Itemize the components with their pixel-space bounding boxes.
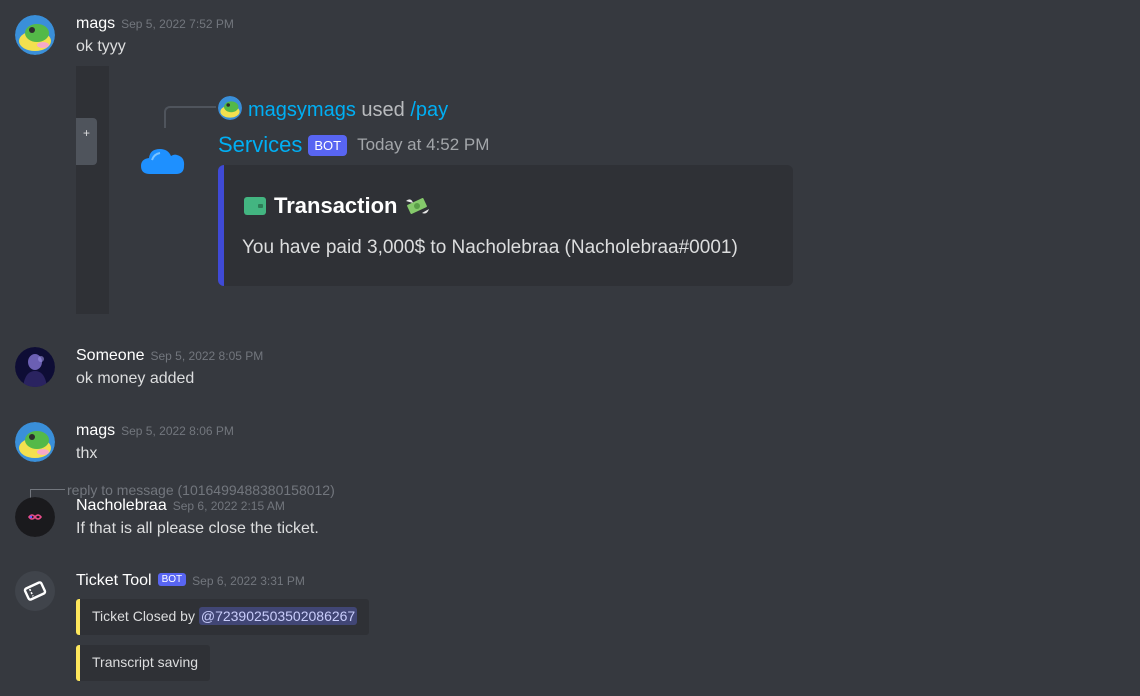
username[interactable]: Ticket Tool [76,572,152,589]
bot-badge: BOT [157,573,187,586]
nacholebraa-avatar-icon [15,497,55,537]
reply-reference[interactable]: reply to message (1016499488380158012) [67,482,335,498]
bot-name: Services [218,132,303,157]
screenshot-sidebar-strip: + [76,66,109,314]
avatar[interactable] [15,422,55,462]
someone-avatar-icon [15,347,55,387]
message-text: If that is all please close the ticket. [76,520,319,537]
reply-connector [164,106,216,128]
transcript-embed: Transcript saving [76,645,211,681]
username[interactable]: Nacholebraa [76,497,167,514]
bot-header: Services BOT Today at 4:52 PM [218,132,489,158]
user-mention[interactable]: @723902503502086267 [198,607,358,625]
command-reply-row: magsymags used /pay [218,96,448,122]
magsymags-avatar-icon [218,96,242,120]
embed-description: You have paid 3,000$ to Nacholebraa (Nac… [242,237,738,258]
mags-avatar-icon [15,15,55,55]
reply-reference-text: reply to message (1016499488380158012) [67,482,335,498]
mags-avatar-icon [15,422,55,462]
timestamp: Sep 5, 2022 7:52 PM [121,17,234,31]
expand-button: + [76,118,97,165]
attached-screenshot[interactable]: + magsymags used /pay Services BOT Today a… [76,66,856,316]
reply-command: /pay [410,99,449,121]
bot-badge: BOT [308,134,348,156]
username[interactable]: mags [76,15,115,32]
ticket-closed-embed: Ticket Closed by @723902503502086267 [76,599,370,635]
embed-title-text: Transaction [274,193,398,218]
embed-title: Transaction [244,193,431,219]
timestamp: Sep 6, 2022 3:31 PM [192,574,305,588]
avatar[interactable] [15,497,55,537]
message-text: thx [76,445,98,462]
transcript-text: Transcript saving [92,654,199,670]
money-wings-icon [406,197,430,215]
ticket-icon [23,581,47,601]
wallet-icon [244,197,266,215]
avatar[interactable] [15,347,55,387]
transaction-embed: Transaction You have paid 3,000$ to Nach… [218,165,793,286]
timestamp: Sep 5, 2022 8:06 PM [121,424,234,438]
username[interactable]: mags [76,422,115,439]
reply-username: magsymags [248,99,356,121]
avatar[interactable] [15,15,55,55]
message-text: ok tyyy [76,38,126,55]
bot-timestamp: Today at 4:52 PM [357,135,490,154]
username[interactable]: Someone [76,347,145,364]
timestamp: Sep 5, 2022 8:05 PM [150,349,264,363]
reply-used-text: used [361,99,405,121]
timestamp: Sep 6, 2022 2:15 AM [172,499,285,513]
cloud-icon [141,149,185,174]
message-text: ok money added [76,370,195,387]
ticket-closed-text: Ticket Closed by [92,608,195,624]
avatar[interactable] [15,571,55,611]
